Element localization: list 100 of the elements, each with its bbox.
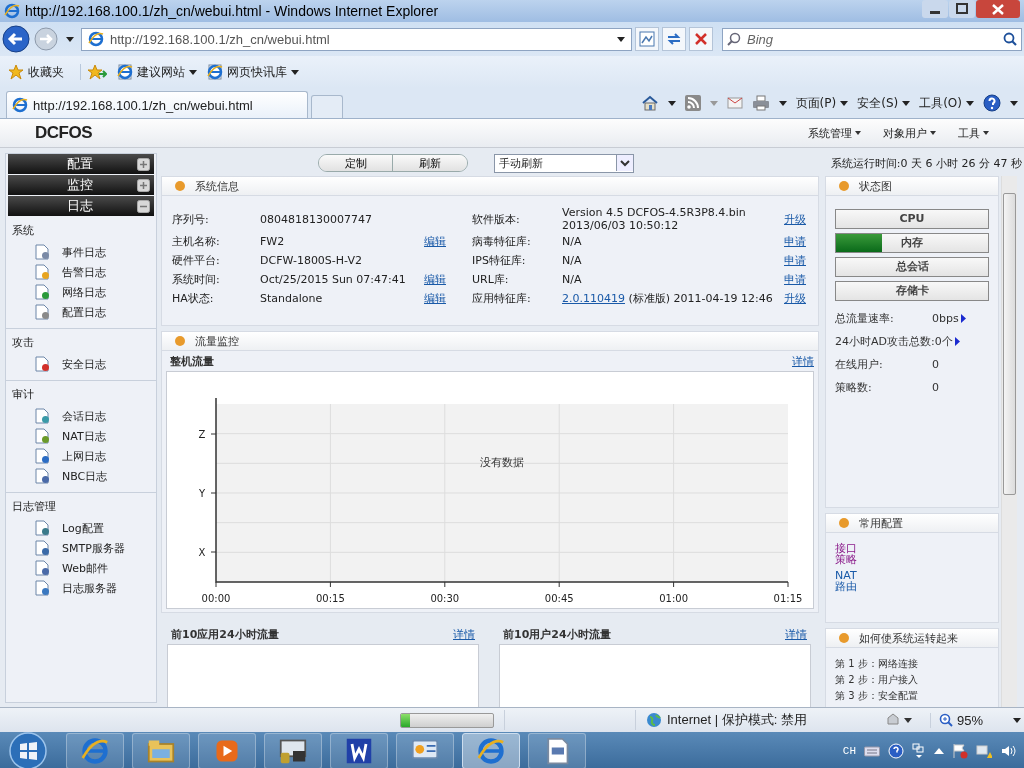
sidebar-item[interactable]: 上网日志 [12, 446, 156, 466]
sidebar-item[interactable]: 会话日志 [12, 406, 156, 426]
toolbar-button[interactable]: 刷新 [393, 155, 467, 171]
dropdown-caret-icon [966, 100, 974, 106]
action-link[interactable]: 申请 [784, 234, 814, 249]
sidebar-section[interactable]: 配置 [8, 154, 154, 174]
dropdown-caret-icon[interactable] [667, 100, 676, 106]
stop-icon[interactable] [689, 27, 713, 51]
minimize-button[interactable] [922, 0, 948, 18]
sidebar-item[interactable]: NAT日志 [12, 426, 156, 446]
address-field[interactable]: http://192.168.100.1/zh_cn/webui.html [81, 27, 632, 51]
command-menu[interactable]: 工具(O) [919, 94, 974, 112]
start-button[interactable] [8, 731, 48, 768]
add-favorite-icon[interactable] [80, 64, 107, 80]
stat-value: 0bps [932, 312, 959, 325]
document-icon [34, 560, 50, 576]
windows-icon[interactable] [912, 743, 926, 759]
zoom-control[interactable]: 95% [930, 712, 1022, 728]
sidebar-item[interactable]: 告警日志 [12, 262, 156, 282]
axis-label: Y [198, 488, 206, 499]
close-button[interactable] [976, 0, 1020, 18]
rss-icon[interactable] [684, 95, 701, 111]
sidebar-item[interactable]: NBC日志 [12, 466, 156, 486]
field-label: IPS特征库: [472, 253, 527, 268]
value-link[interactable]: 2.0.110419 [562, 292, 625, 305]
config-link[interactable]: 路由 [835, 581, 989, 592]
help-icon[interactable] [983, 94, 1001, 112]
sidebar-item[interactable]: 事件日志 [12, 242, 156, 262]
search-field[interactable]: Bing [722, 27, 1022, 51]
search-icon[interactable] [1003, 31, 1017, 46]
dropdown-caret-icon[interactable] [66, 36, 74, 42]
dropdown-caret-icon [840, 100, 849, 106]
toolbar-button[interactable]: 定制 [319, 155, 393, 171]
network-icon[interactable] [976, 743, 992, 759]
app-icon [81, 737, 109, 765]
window-title: http://192.168.100.1/zh_cn/webui.html - Windows Internet Explorer [25, 3, 440, 19]
field-label: 序列号: [172, 211, 210, 227]
action-link[interactable]: 编辑 [424, 291, 472, 306]
action-link[interactable]: 编辑 [424, 234, 472, 249]
scrollbar[interactable] [1001, 176, 1017, 707]
sidebar-section[interactable]: 日志 [8, 196, 154, 216]
refresh-select[interactable]: 手动刷新 [494, 153, 634, 173]
action-link[interactable]: 申请 [784, 253, 814, 268]
header-menu[interactable]: 工具 [958, 125, 989, 141]
maximize-button[interactable] [949, 0, 975, 18]
keyboard-icon[interactable] [864, 745, 880, 757]
browser-tab[interactable]: http://192.168.100.1/zh_cn/webui.html [6, 91, 308, 118]
field-label: 软件版本: [472, 211, 521, 227]
stat-label: 24小时AD攻击总数: [835, 334, 935, 349]
document-icon [34, 540, 50, 556]
dropdown-caret-icon[interactable] [617, 36, 625, 42]
axis-label: 00:15 [316, 593, 345, 604]
config-link[interactable]: NAT [835, 570, 989, 581]
axis-label: 00:45 [544, 593, 574, 604]
config-link[interactable]: 策略 [835, 554, 989, 565]
favorites-button[interactable]: 收藏夹 [8, 63, 64, 81]
panel-title: 如何使系统运转起来 [859, 630, 958, 646]
dropdown-caret-icon[interactable] [778, 100, 787, 106]
compatibility-icon[interactable] [635, 27, 659, 51]
document-icon [34, 468, 50, 484]
action-link[interactable]: 升级 [784, 291, 814, 306]
favorites-link[interactable]: 建议网站 [117, 63, 197, 81]
more-arrow-icon[interactable] [960, 314, 966, 323]
details-link[interactable]: 详情 [785, 626, 807, 642]
dropdown-caret-icon[interactable] [1010, 100, 1018, 106]
favorites-link[interactable]: 网页快讯库 [207, 63, 299, 81]
home-icon[interactable] [640, 95, 659, 111]
printer-icon[interactable] [751, 95, 770, 111]
sidebar-item[interactable]: Log配置 [12, 518, 156, 538]
language-indicator[interactable]: CH [842, 745, 856, 757]
document-icon [34, 284, 50, 300]
command-menu[interactable]: 安全(S) [857, 94, 911, 112]
command-menu[interactable]: 页面(P) [795, 94, 849, 112]
sidebar-item[interactable]: SMTP服务器 [12, 538, 156, 558]
flag-icon[interactable] [952, 743, 968, 759]
details-link[interactable]: 详情 [453, 626, 475, 642]
sidebar-item[interactable]: 配置日志 [12, 302, 156, 322]
refresh-icon[interactable] [662, 27, 686, 51]
sidebar-item[interactable]: 日志服务器 [12, 578, 156, 598]
sidebar-section[interactable]: 监控 [8, 175, 154, 195]
dropdown-caret-icon [616, 155, 633, 171]
mail-icon[interactable] [726, 97, 743, 109]
sidebar-item[interactable]: 安全日志 [12, 354, 156, 374]
sidebar-item[interactable]: Web邮件 [12, 558, 156, 578]
more-arrow-icon[interactable] [954, 337, 960, 346]
action-link[interactable]: 申请 [784, 272, 814, 287]
details-link[interactable]: 详情 [792, 353, 814, 369]
header-menu[interactable]: 对象用户 [883, 125, 936, 141]
step-text: 第 2 步：用户接入 [835, 673, 919, 687]
back-button[interactable] [2, 25, 30, 53]
action-link[interactable]: 编辑 [424, 272, 472, 287]
action-link[interactable]: 升级 [784, 211, 814, 227]
speaker-icon[interactable] [1000, 743, 1016, 759]
field-value: DCFW-1800S-H-V2 [260, 254, 363, 267]
header-menu[interactable]: 系统管理 [808, 125, 861, 141]
sidebar-item[interactable]: 网络日志 [12, 282, 156, 302]
config-link[interactable]: 接口 [835, 543, 989, 554]
axis-label: 00:00 [201, 593, 231, 604]
security-icon[interactable] [884, 712, 912, 728]
show-hidden-icon[interactable] [934, 748, 944, 754]
